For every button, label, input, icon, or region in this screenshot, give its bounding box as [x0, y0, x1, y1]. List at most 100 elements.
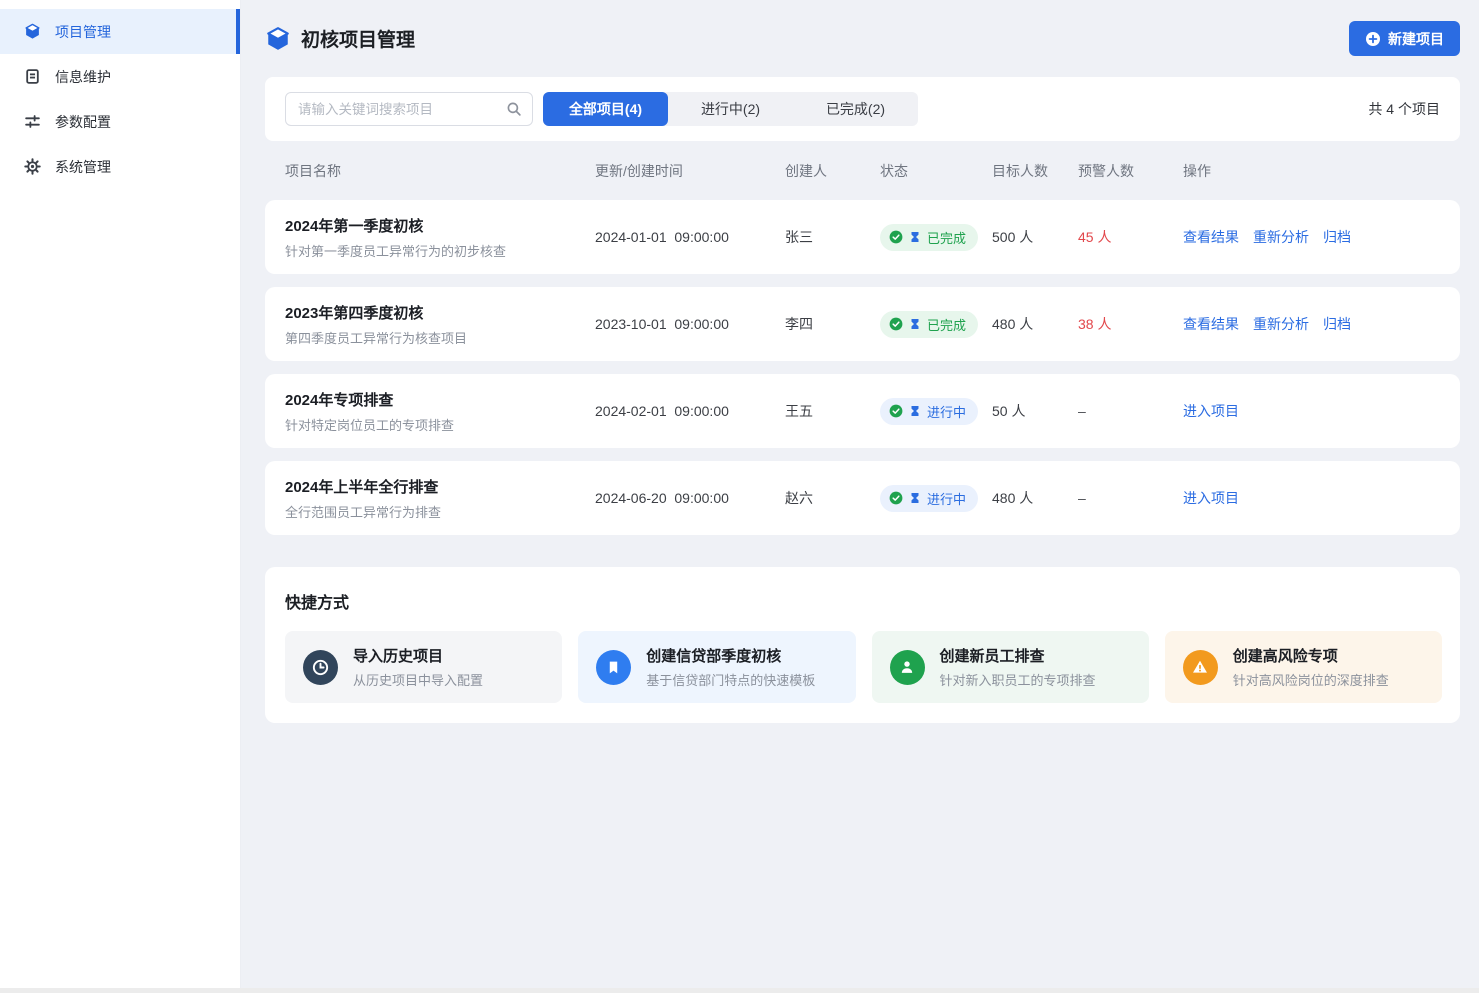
project-creator: 赵六	[785, 488, 880, 508]
table-row: 2023年第四季度初核 第四季度员工异常行为核查项目 2023-10-01 09…	[265, 287, 1460, 361]
row-actions: 进入项目	[1183, 488, 1440, 508]
search-icon	[505, 100, 523, 118]
column-header-name: 项目名称	[285, 161, 595, 181]
reanalyze-link[interactable]: 重新分析	[1253, 227, 1309, 247]
project-name: 2023年第四季度初核	[285, 302, 595, 323]
project-description: 针对特定岗位员工的专项排查	[285, 415, 595, 434]
shortcut-description: 针对新入职员工的专项排查	[940, 670, 1096, 689]
project-description: 全行范围员工异常行为排查	[285, 502, 595, 521]
clock-icon	[303, 650, 338, 685]
row-actions: 查看结果 重新分析 归档	[1183, 227, 1440, 247]
status-badge: 进行中	[880, 485, 978, 512]
shortcut-description: 从历史项目中导入配置	[353, 670, 483, 689]
sidebar-item-project-management[interactable]: 项目管理	[0, 9, 240, 54]
plus-circle-icon	[1365, 31, 1381, 47]
project-creator: 李四	[785, 314, 880, 334]
hourglass-icon	[909, 405, 921, 417]
cube-icon	[24, 23, 41, 40]
sidebar-item-label: 系统管理	[55, 157, 111, 177]
status-badge: 已完成	[880, 311, 978, 338]
status-badge-label: 进行中	[927, 402, 966, 421]
shortcut-create-high-risk-special[interactable]: 创建高风险专项 针对高风险岗位的深度排查	[1165, 631, 1442, 703]
archive-link[interactable]: 归档	[1323, 227, 1351, 247]
warning-count: –	[1078, 490, 1183, 506]
shortcut-create-credit-dept-review[interactable]: 创建信贷部季度初核 基于信贷部门特点的快速模板	[578, 631, 855, 703]
main-content: 初核项目管理 新建项目 全部项目(4)	[241, 0, 1479, 993]
gear-icon	[24, 158, 41, 175]
column-header-time: 更新/创建时间	[595, 161, 785, 181]
cube-icon	[265, 26, 291, 52]
row-actions: 进入项目	[1183, 401, 1440, 421]
project-time: 2024-01-01 09:00:00	[595, 229, 785, 245]
project-creator: 王五	[785, 401, 880, 421]
tab-in-progress[interactable]: 进行中(2)	[668, 92, 793, 126]
shortcut-description: 基于信贷部门特点的快速模板	[646, 670, 815, 689]
enter-project-link[interactable]: 进入项目	[1183, 488, 1239, 508]
project-creator: 张三	[785, 227, 880, 247]
table-row: 2024年上半年全行排查 全行范围员工异常行为排查 2024-06-20 09:…	[265, 461, 1460, 535]
table-header: 项目名称 更新/创建时间 创建人 状态 目标人数 预警人数 操作	[265, 141, 1460, 200]
new-project-button[interactable]: 新建项目	[1349, 21, 1460, 56]
status-badge-label: 已完成	[927, 315, 966, 334]
target-count: 50 人	[992, 401, 1078, 421]
shortcut-title: 导入历史项目	[353, 645, 483, 666]
archive-link[interactable]: 归档	[1323, 314, 1351, 334]
sidebar-item-info-maintenance[interactable]: 信息维护	[0, 54, 240, 99]
project-description: 针对第一季度员工异常行为的初步核查	[285, 241, 595, 260]
shortcut-title: 创建新员工排查	[940, 645, 1096, 666]
check-circle-icon	[889, 317, 903, 331]
status-badge-label: 进行中	[927, 489, 966, 508]
tab-all-projects[interactable]: 全部项目(4)	[543, 92, 668, 126]
project-name: 2024年第一季度初核	[285, 215, 595, 236]
shortcut-description: 针对高风险岗位的深度排查	[1233, 670, 1389, 689]
row-actions: 查看结果 重新分析 归档	[1183, 314, 1440, 334]
check-circle-icon	[889, 230, 903, 244]
tab-completed[interactable]: 已完成(2)	[793, 92, 918, 126]
hourglass-icon	[909, 318, 921, 330]
new-project-button-label: 新建项目	[1388, 29, 1444, 49]
reanalyze-link[interactable]: 重新分析	[1253, 314, 1309, 334]
page-header: 初核项目管理 新建项目	[265, 0, 1460, 77]
target-count: 500 人	[992, 227, 1078, 247]
shortcut-create-new-employee-check[interactable]: 创建新员工排查 针对新入职员工的专项排查	[872, 631, 1149, 703]
target-count: 480 人	[992, 488, 1078, 508]
bookmark-icon	[596, 650, 631, 685]
column-header-actions: 操作	[1183, 161, 1440, 181]
search-input[interactable]	[285, 92, 533, 126]
hourglass-icon	[909, 492, 921, 504]
shortcut-import-history[interactable]: 导入历史项目 从历史项目中导入配置	[285, 631, 562, 703]
project-count-text: 共 4 个项目	[1368, 99, 1440, 119]
page-title: 初核项目管理	[301, 25, 415, 52]
search-box	[285, 92, 533, 126]
check-circle-icon	[889, 491, 903, 505]
sidebar-item-label: 项目管理	[55, 22, 111, 42]
column-header-creator: 创建人	[785, 161, 880, 181]
warning-icon	[1183, 650, 1218, 685]
sidebar-item-parameter-config[interactable]: 参数配置	[0, 99, 240, 144]
sidebar-item-system-management[interactable]: 系统管理	[0, 144, 240, 189]
shortcuts-title: 快捷方式	[285, 589, 1442, 613]
warning-count: –	[1078, 403, 1183, 419]
toolbar: 全部项目(4) 进行中(2) 已完成(2) 共 4 个项目	[265, 77, 1460, 141]
project-name: 2024年上半年全行排查	[285, 476, 595, 497]
sidebar-item-label: 参数配置	[55, 112, 111, 132]
project-time: 2023-10-01 09:00:00	[595, 316, 785, 332]
status-badge: 进行中	[880, 398, 978, 425]
view-results-link[interactable]: 查看结果	[1183, 314, 1239, 334]
hourglass-icon	[909, 231, 921, 243]
view-results-link[interactable]: 查看结果	[1183, 227, 1239, 247]
check-circle-icon	[889, 404, 903, 418]
status-badge-label: 已完成	[927, 228, 966, 247]
person-icon	[890, 650, 925, 685]
sidebar-item-label: 信息维护	[55, 67, 111, 87]
column-header-status: 状态	[880, 161, 992, 181]
table-row: 2024年第一季度初核 针对第一季度员工异常行为的初步核查 2024-01-01…	[265, 200, 1460, 274]
table-row: 2024年专项排查 针对特定岗位员工的专项排查 2024-02-01 09:00…	[265, 374, 1460, 448]
shortcut-title: 创建信贷部季度初核	[646, 645, 815, 666]
enter-project-link[interactable]: 进入项目	[1183, 401, 1239, 421]
target-count: 480 人	[992, 314, 1078, 334]
project-description: 第四季度员工异常行为核查项目	[285, 328, 595, 347]
document-icon	[24, 68, 41, 85]
project-time: 2024-02-01 09:00:00	[595, 403, 785, 419]
column-header-target: 目标人数	[992, 161, 1078, 181]
